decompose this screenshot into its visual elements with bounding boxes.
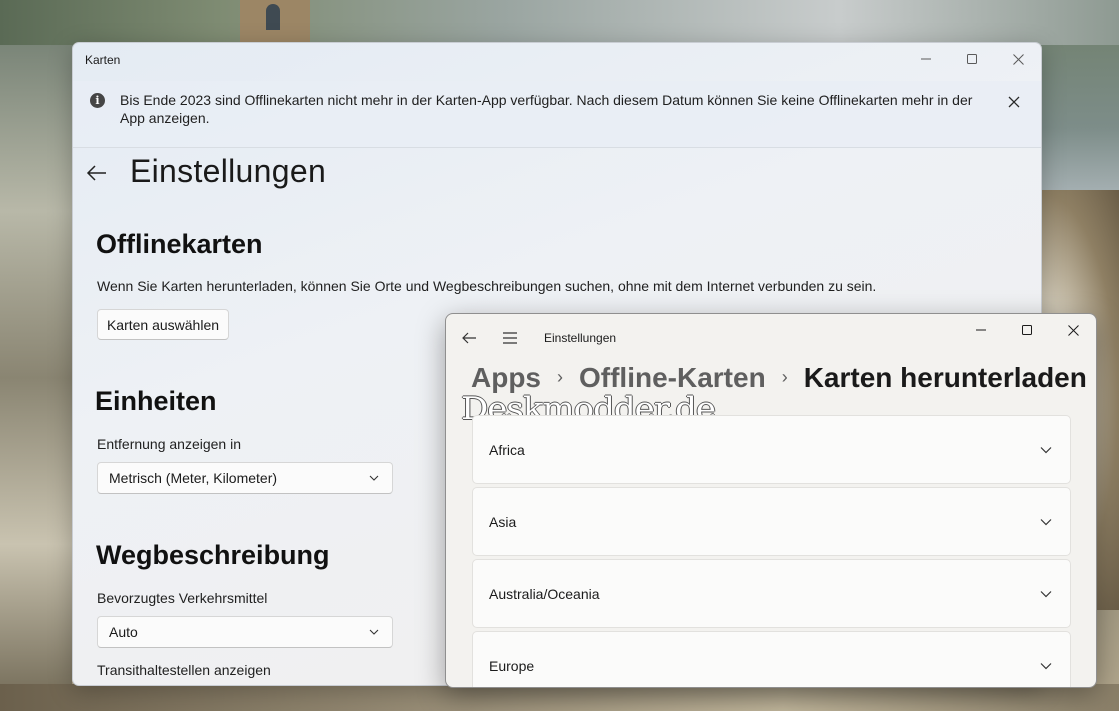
select-maps-button[interactable]: Karten auswählen xyxy=(97,309,229,340)
distance-unit-dropdown[interactable]: Metrisch (Meter, Kilometer) xyxy=(97,462,393,494)
close-button[interactable] xyxy=(1050,314,1096,346)
window-title: Karten xyxy=(85,53,121,67)
close-button[interactable] xyxy=(995,43,1041,75)
transit-stops-label: Transithaltestellen anzeigen xyxy=(97,662,271,678)
transport-value: Auto xyxy=(109,624,138,640)
wallpaper-bottom xyxy=(0,684,1119,711)
chevron-right-icon: › xyxy=(557,367,563,387)
region-item-australia-oceania[interactable]: Australia/Oceania xyxy=(472,559,1071,628)
info-icon: i xyxy=(90,93,105,108)
distance-label: Entfernung anzeigen in xyxy=(97,436,241,452)
wallpaper-sky xyxy=(0,0,1119,45)
region-item-africa[interactable]: Africa xyxy=(472,415,1071,484)
breadcrumb-apps[interactable]: Apps xyxy=(471,362,541,393)
chevron-down-icon xyxy=(1040,519,1052,526)
close-icon xyxy=(1008,96,1020,108)
chevron-down-icon xyxy=(1040,663,1052,670)
section-title-offline: Offlinekarten xyxy=(96,229,263,259)
maximize-icon xyxy=(967,54,977,64)
back-arrow-icon xyxy=(86,165,106,181)
chevron-down-icon xyxy=(369,475,379,481)
region-item-asia[interactable]: Asia xyxy=(472,487,1071,556)
region-label: Europe xyxy=(489,658,535,674)
breadcrumb-download-maps: Karten herunterladen xyxy=(803,362,1087,393)
breadcrumb: Apps › Offline-Karten › Karten herunterladen xyxy=(471,362,1087,394)
region-label: Asia xyxy=(489,514,517,530)
banner-text: Bis Ende 2023 sind Offlinekarten nicht m… xyxy=(120,92,973,126)
close-icon xyxy=(1012,53,1024,65)
transport-dropdown[interactable]: Auto xyxy=(97,616,393,648)
wallpaper-left xyxy=(0,45,72,711)
region-item-europe[interactable]: Europe xyxy=(472,631,1071,687)
navigation-menu-button[interactable] xyxy=(501,330,519,346)
settings-window-title: Einstellungen xyxy=(544,331,617,345)
back-button[interactable] xyxy=(85,161,109,185)
minimize-icon xyxy=(976,329,986,331)
page-title: Einstellungen xyxy=(130,153,327,189)
offline-description: Wenn Sie Karten herunterladen, können Si… xyxy=(97,278,877,294)
breadcrumb-offline-maps[interactable]: Offline-Karten xyxy=(579,362,766,393)
maximize-button[interactable] xyxy=(949,43,995,75)
hamburger-menu-icon xyxy=(503,332,517,344)
minimize-button[interactable] xyxy=(903,43,949,75)
chevron-down-icon xyxy=(369,629,379,635)
chevron-down-icon xyxy=(1040,591,1052,598)
distance-unit-value: Metrisch (Meter, Kilometer) xyxy=(109,470,278,486)
section-title-units: Einheiten xyxy=(95,386,217,416)
chevron-right-icon: › xyxy=(781,367,788,387)
banner-close-button[interactable] xyxy=(1003,91,1025,113)
settings-back-button[interactable] xyxy=(460,329,478,347)
region-label: Australia/Oceania xyxy=(489,586,600,602)
minimize-button[interactable] xyxy=(958,314,1004,346)
settings-window: Einstellungen Apps › Offline-Karten › Karten… xyxy=(445,313,1097,688)
wallpaper-tower xyxy=(240,0,310,42)
title-bar: Karten xyxy=(73,43,1041,75)
close-icon xyxy=(1067,324,1079,336)
maximize-icon xyxy=(1022,325,1032,335)
section-title-directions: Wegbeschreibung xyxy=(96,540,330,570)
info-banner: i Bis Ende 2023 sind Offlinekarten nicht… xyxy=(73,81,1041,148)
region-label: Africa xyxy=(489,442,525,458)
back-arrow-icon xyxy=(462,332,476,344)
transport-label: Bevorzugtes Verkehrsmittel xyxy=(97,590,268,606)
chevron-down-icon xyxy=(1040,447,1052,454)
maximize-button[interactable] xyxy=(1004,314,1050,346)
minimize-icon xyxy=(921,58,931,60)
